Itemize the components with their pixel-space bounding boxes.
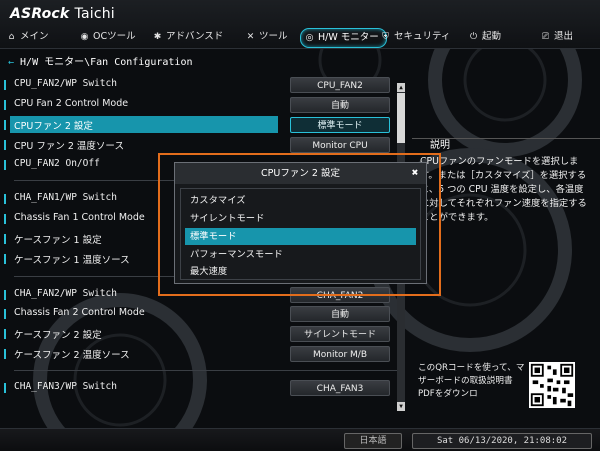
scroll-down-arrow-icon[interactable]: ▼ <box>397 402 405 411</box>
main-menu: ⌂ メイン ◉ OCツール ✱ アドバンスド ✕ ツール ◎ H/W モニター ⛨ セキュリ… <box>0 26 600 48</box>
brand-model: Taichi <box>74 6 115 22</box>
menu-item-advanced[interactable]: ✱ アドバンスド <box>152 28 224 46</box>
exit-icon: ⎚ <box>541 32 550 42</box>
tools-icon: ✕ <box>246 32 255 42</box>
setting-value-button[interactable]: 標準モード <box>290 117 390 133</box>
row-marker <box>4 383 6 393</box>
top-bar: ASRock Taichi ⌂ メイン ◉ OCツール ✱ アドバンスド ✕ ツール ◎… <box>0 0 600 49</box>
oc-icon: ◉ <box>80 32 89 42</box>
row-marker <box>4 140 6 150</box>
setting-value-button[interactable]: CHA_FAN3 <box>290 380 390 396</box>
menu-item-exit[interactable]: ⎚ 退出 <box>540 28 573 46</box>
row-marker <box>4 234 6 244</box>
breadcrumb: ← H/W モニター\Fan Configuration <box>8 53 192 68</box>
setting-label: CPU Fan 2 Control Mode <box>14 98 129 109</box>
row-marker <box>4 329 6 339</box>
description-title: 説明 <box>430 140 450 151</box>
fan-mode-popup: CPUファン 2 設定 ✖ カスタマイズ サイレントモード 標準モード パフォー… <box>174 162 427 284</box>
close-icon[interactable]: ✖ <box>408 166 422 180</box>
setting-label: ケースファン 1 温度ソース <box>14 255 130 266</box>
menu-item-hw-monitor[interactable]: ◎ H/W モニター <box>300 28 387 48</box>
brand-logo: ASRock Taichi <box>10 6 115 24</box>
setting-label: Chassis Fan 1 Control Mode <box>14 212 145 223</box>
row-marker <box>4 160 6 170</box>
setting-row-cpu-fan2-setting[interactable]: CPUファン 2 設定 標準モード <box>0 116 400 134</box>
row-marker <box>4 120 6 130</box>
setting-label: ケースファン 2 設定 <box>14 330 102 341</box>
setting-row-cha-fan3-wp-switch[interactable]: CHA_FAN3/WP Switch CHA_FAN3 <box>0 379 400 397</box>
row-marker <box>4 309 6 319</box>
setting-row-chassis-fan2-control-mode[interactable]: Chassis Fan 2 Control Mode 自動 <box>0 305 400 323</box>
setting-label: Chassis Fan 2 Control Mode <box>14 307 145 318</box>
setting-label: ケースファン 1 設定 <box>14 235 102 246</box>
popup-option-silent[interactable]: サイレントモード <box>185 210 416 227</box>
setting-row-cpu-fan2-temp-source[interactable]: CPU ファン 2 温度ソース Monitor CPU <box>0 136 400 154</box>
shield-icon: ⛨ <box>382 32 389 42</box>
setting-label: ケースファン 2 温度ソース <box>14 350 130 361</box>
menu-item-security[interactable]: ⛨ セキュリティ <box>380 28 450 46</box>
row-marker <box>4 80 6 90</box>
row-marker <box>4 290 6 300</box>
language-button[interactable]: 日本語 <box>344 433 402 449</box>
row-marker <box>4 254 6 264</box>
popup-option-performance[interactable]: パフォーマンスモード <box>185 246 416 263</box>
scrollbar-thumb[interactable] <box>397 93 405 143</box>
system-datetime: Sat 06/13/2020, 21:08:02 <box>412 433 592 449</box>
menu-item-oc-tools[interactable]: ◉ OCツール <box>79 28 136 46</box>
monitor-icon: ◎ <box>305 33 314 43</box>
setting-label: CHA_FAN2/WP Switch <box>14 288 117 299</box>
row-marker <box>4 214 6 224</box>
home-icon: ⌂ <box>8 32 15 42</box>
row-marker <box>4 194 6 204</box>
menu-item-main[interactable]: ⌂ メイン <box>6 28 49 46</box>
setting-value-button[interactable]: 自動 <box>290 306 390 322</box>
popup-option-standard[interactable]: 標準モード <box>185 228 416 245</box>
setting-value-button[interactable]: Monitor M/B <box>290 346 390 362</box>
setting-value-button[interactable]: 自動 <box>290 97 390 113</box>
setting-row-cpu-fan2-wp-switch[interactable]: CPU_FAN2/WP Switch CPU_FAN2 <box>0 76 400 94</box>
setting-label: CHA_FAN1/WP Switch <box>14 192 117 203</box>
setting-label: CHA_FAN3/WP Switch <box>14 381 117 392</box>
popup-title: CPUファン 2 設定 <box>261 168 340 179</box>
setting-value-button[interactable]: Monitor CPU <box>290 137 390 153</box>
description-text: CPUファンのファンモードを選択します。または［カスタマイズ］を選択すると、5 … <box>420 156 587 223</box>
brand-name: ASRock <box>10 6 70 22</box>
popup-option-list: カスタマイズ サイレントモード 標準モード パフォーマンスモード 最大速度 <box>180 188 421 280</box>
qr-code-icon <box>529 362 575 408</box>
menu-item-tools[interactable]: ✕ ツール <box>245 28 288 46</box>
setting-label: CPUファン 2 設定 <box>14 121 93 132</box>
setting-label: CPU ファン 2 温度ソース <box>14 141 124 152</box>
setting-row-cpu-fan2-control-mode[interactable]: CPU Fan 2 Control Mode 自動 <box>0 96 400 114</box>
setting-value-button[interactable]: CPU_FAN2 <box>290 77 390 93</box>
setting-row-case-fan2-setting[interactable]: ケースファン 2 設定 サイレントモード <box>0 325 400 343</box>
qr-code-caption: このQRコードを使って、マザーボードの取扱説明書PDFをダウンロ <box>418 363 525 399</box>
scroll-up-arrow-icon[interactable]: ▲ <box>397 83 405 92</box>
popup-title-bar: CPUファン 2 設定 <box>175 163 426 184</box>
setting-label: CPU_FAN2 On/Off <box>14 158 100 169</box>
row-marker <box>4 349 6 359</box>
setting-row-case-fan2-temp-source[interactable]: ケースファン 2 温度ソース Monitor M/B <box>0 345 400 363</box>
menu-item-boot[interactable]: ⏻ 起動 <box>468 28 501 46</box>
power-icon: ⏻ <box>469 32 478 42</box>
popup-option-full-speed[interactable]: 最大速度 <box>185 263 416 280</box>
popup-option-customize[interactable]: カスタマイズ <box>185 192 416 209</box>
row-marker <box>4 100 6 110</box>
setting-value-button[interactable]: サイレントモード <box>290 326 390 342</box>
star-icon: ✱ <box>153 32 162 42</box>
breadcrumb-path: H/W モニター\Fan Configuration <box>20 57 193 68</box>
back-arrow-icon[interactable]: ← <box>8 57 14 68</box>
setting-label: CPU_FAN2/WP Switch <box>14 78 117 89</box>
section-divider <box>14 370 404 371</box>
